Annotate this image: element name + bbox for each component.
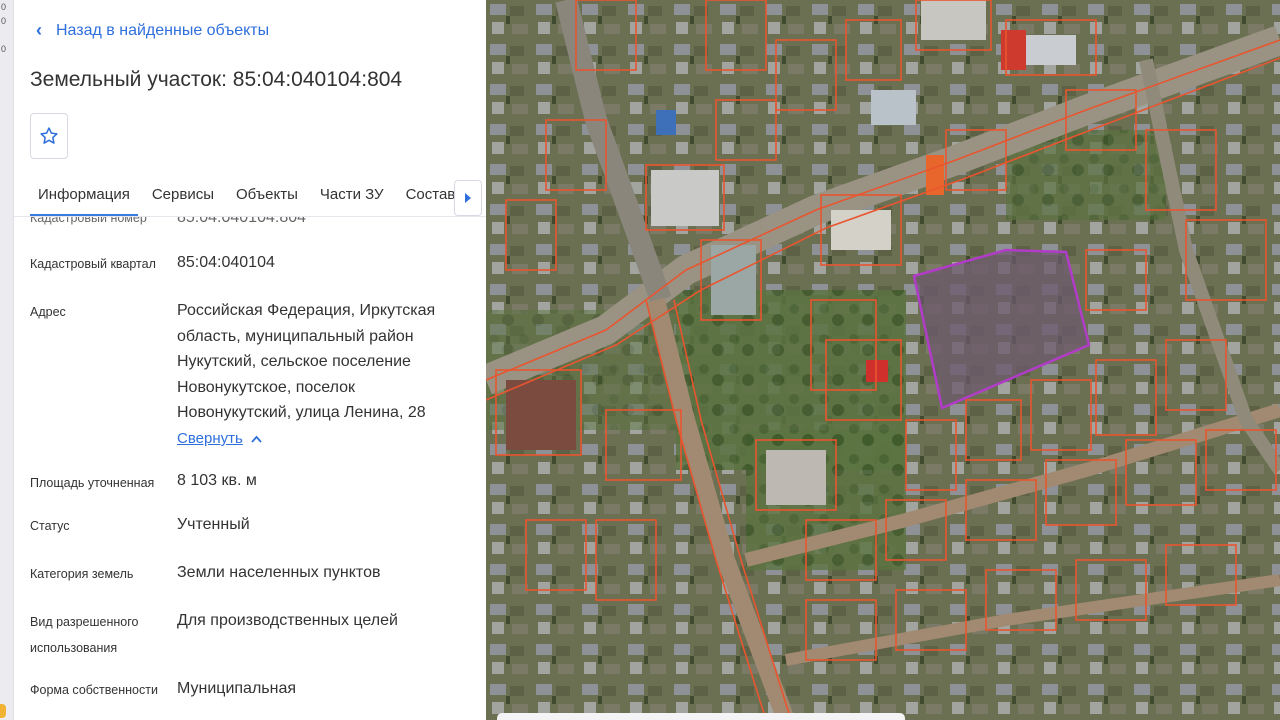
back-to-results-link[interactable]: ‹ Назад в найденные объекты	[36, 20, 269, 41]
info-value: Муниципальная	[177, 680, 297, 697]
info-value: 85:04:040104:804	[177, 217, 307, 226]
collapse-link[interactable]: Свернуть	[177, 426, 262, 452]
satellite-map-image	[486, 0, 1280, 720]
tab-parts[interactable]: Части ЗУ	[312, 178, 392, 216]
tab-bar: Информация Сервисы Объекты Части ЗУ Сост…	[30, 178, 482, 216]
favorite-button[interactable]	[30, 113, 68, 159]
info-list: Кадастровый номер 85:04:040104:804 Кадас…	[30, 217, 470, 720]
tab-information[interactable]: Информация	[30, 178, 138, 216]
chevron-up-icon	[251, 435, 262, 443]
tabs-scroll-right-button[interactable]	[454, 180, 482, 216]
tab-objects[interactable]: Объекты	[228, 178, 306, 216]
edge-char: 0	[1, 16, 7, 26]
info-value: Для производственных целей	[177, 612, 398, 629]
info-value: 8 103 кв. м	[177, 472, 257, 489]
info-label: Кадастровый номер	[30, 217, 147, 225]
edge-marker	[0, 704, 6, 718]
collapse-label: Свернуть	[177, 430, 243, 447]
page-title: Земельный участок: 85:04:040104:804	[30, 68, 403, 91]
info-label: Кадастровый квартал	[30, 257, 156, 271]
info-label: Форма собственности	[30, 683, 158, 697]
info-label: Площадь уточненная	[30, 476, 155, 490]
info-value: Учтенный	[177, 516, 250, 533]
map-bottom-bar	[497, 713, 905, 720]
info-label: Адрес	[30, 305, 66, 319]
address-value: Российская Федерация, Иркутская область,…	[177, 302, 436, 421]
left-edge-strip: 0 0 0	[0, 0, 14, 720]
cadastral-map[interactable]	[486, 0, 1280, 720]
edge-char: 0	[1, 2, 7, 12]
edge-char: 0	[1, 44, 7, 54]
info-value: 85:04:040104	[177, 254, 275, 271]
info-value: Земли населенных пунктов	[177, 564, 381, 581]
star-icon	[40, 127, 58, 144]
info-label: Категория земель	[30, 567, 134, 581]
object-info-panel: ‹ Назад в найденные объекты Земельный уч…	[14, 0, 495, 720]
info-label: Вид разрешенного использования	[30, 615, 139, 655]
info-label: Статус	[30, 519, 70, 533]
back-link-label: Назад в найденные объекты	[56, 21, 270, 39]
tab-services[interactable]: Сервисы	[144, 178, 222, 216]
chevron-left-icon: ‹	[36, 20, 42, 40]
chevron-right-icon	[465, 193, 471, 203]
